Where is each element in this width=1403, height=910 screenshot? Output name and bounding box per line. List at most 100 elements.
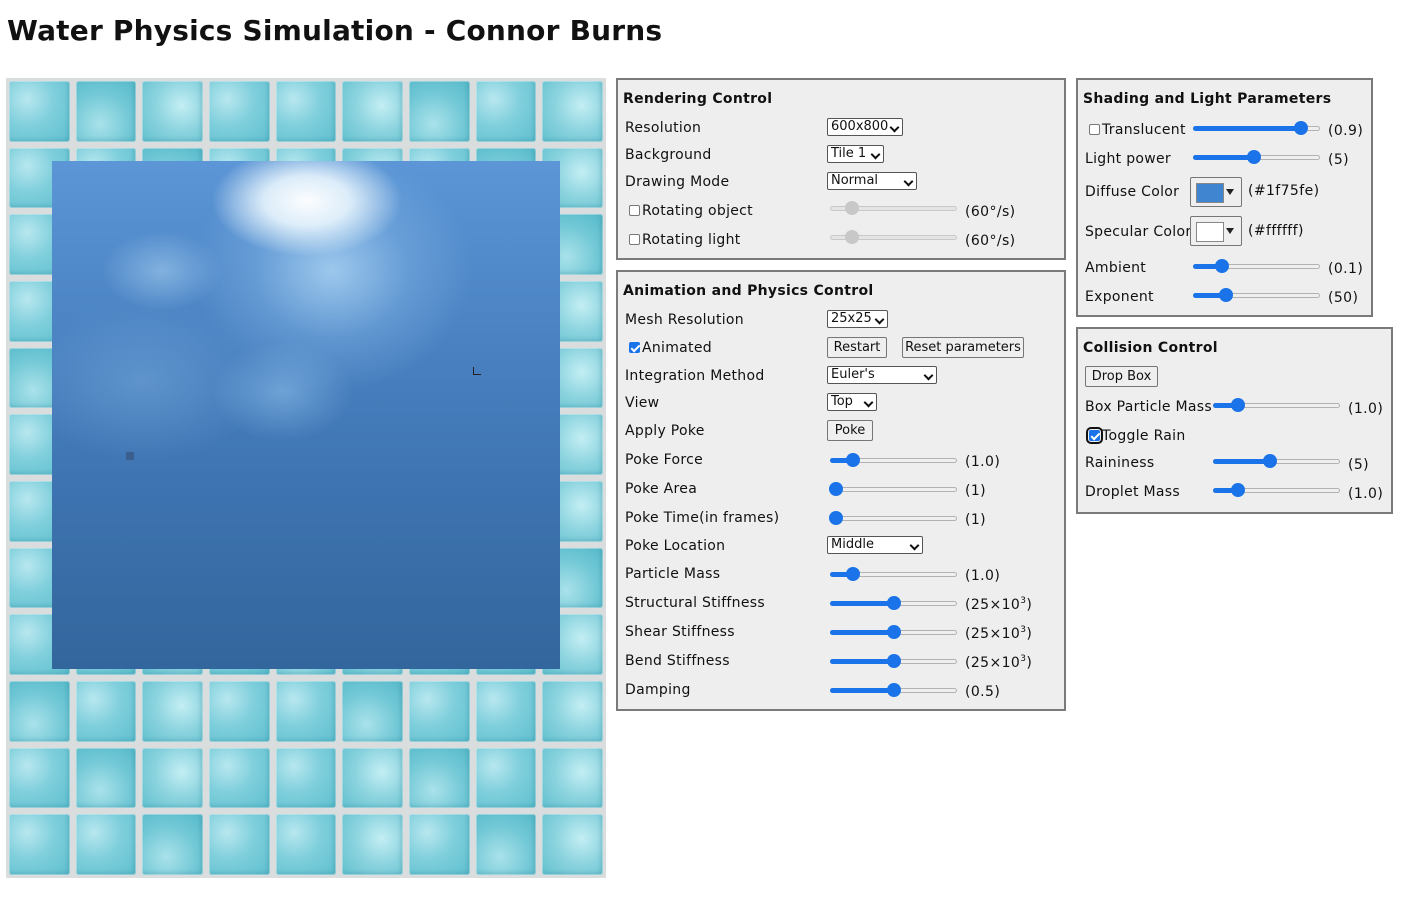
slider-thumb[interactable]	[845, 453, 860, 467]
restart-button[interactable]: Restart	[827, 337, 887, 358]
poke-button[interactable]: Poke	[827, 420, 873, 441]
rotating-light-slider[interactable]	[830, 230, 957, 244]
toggle-rain-toggle[interactable]: Toggle Rain	[1086, 427, 1186, 444]
slider-fill	[830, 659, 894, 664]
chevron-down-icon	[923, 370, 934, 381]
droplet-mass-slider[interactable]	[1213, 483, 1340, 497]
slider-thumb[interactable]	[1215, 259, 1230, 273]
slider-thumb[interactable]	[886, 625, 901, 639]
pool-tile	[75, 814, 137, 875]
poke-location-select[interactable]: Middle	[827, 536, 923, 554]
slider-thumb[interactable]	[1246, 150, 1261, 164]
shear-stiffness-slider[interactable]	[830, 625, 957, 639]
slider-thumb[interactable]	[829, 511, 844, 525]
particle-mass-slider[interactable]	[830, 567, 957, 581]
structural-stiffness-row: Structural Stiffness (25×103)	[618, 592, 1064, 614]
slider-thumb[interactable]	[1231, 398, 1246, 412]
pool-tile	[475, 814, 537, 875]
drawing-mode-value: Normal	[831, 173, 879, 188]
translucent-slider[interactable]	[1193, 121, 1320, 135]
rotating-light-toggle[interactable]: Rotating light	[629, 232, 741, 248]
diffuse-color-row: Diffuse Color (#1f75fe)	[1078, 177, 1371, 210]
poke-force-slider[interactable]	[830, 453, 957, 467]
ambient-label: Ambient	[1085, 260, 1147, 276]
slider-thumb[interactable]	[886, 683, 901, 697]
rotating-light-checkbox[interactable]	[629, 234, 640, 245]
pool-tile	[408, 747, 470, 809]
page-title: Water Physics Simulation - Connor Burns	[7, 14, 663, 47]
mesh-resolution-select[interactable]: 25x25	[827, 310, 888, 328]
poke-force-row: Poke Force (1.0)	[618, 449, 1064, 471]
toggle-rain-label: Toggle Rain	[1102, 428, 1186, 444]
translucent-checkbox[interactable]	[1089, 124, 1100, 135]
integration-method-select[interactable]: Euler's	[827, 366, 937, 384]
view-select[interactable]: Top	[827, 393, 877, 411]
animated-row: Animated Restart Reset parameters	[618, 337, 1064, 359]
diffuse-color-value: (#1f75fe)	[1248, 183, 1320, 199]
mesh-resolution-label: Mesh Resolution	[625, 312, 744, 328]
poke-time-slider[interactable]	[829, 511, 957, 525]
slider-thumb[interactable]	[1293, 121, 1308, 135]
slider-thumb[interactable]	[829, 482, 844, 496]
mesh-resolution-row: Mesh Resolution 25x25	[618, 309, 1064, 331]
slider-thumb[interactable]	[1263, 454, 1278, 468]
drawing-mode-label: Drawing Mode	[625, 174, 730, 190]
exponent-label: Exponent	[1085, 289, 1154, 305]
simulation-canvas[interactable]	[6, 78, 606, 878]
raininess-slider[interactable]	[1213, 454, 1340, 468]
poke-force-value: (1.0)	[965, 454, 1001, 470]
pool-tile	[275, 814, 337, 875]
integration-method-label: Integration Method	[625, 368, 765, 384]
droplet-mass-label: Droplet Mass	[1085, 484, 1180, 500]
rotating-object-checkbox[interactable]	[629, 205, 640, 216]
box-particle-mass-slider[interactable]	[1213, 398, 1340, 412]
chevron-down-icon	[874, 314, 885, 325]
poke-time-label: Poke Time(in frames)	[625, 510, 780, 526]
specular-color-picker[interactable]	[1190, 216, 1242, 246]
damping-label: Damping	[625, 682, 691, 698]
reset-parameters-button[interactable]: Reset parameters	[902, 337, 1024, 358]
ambient-slider[interactable]	[1193, 259, 1320, 273]
drawing-mode-select[interactable]: Normal	[827, 172, 917, 190]
pool-tile	[142, 81, 203, 142]
toggle-rain-checkbox[interactable]	[1086, 427, 1103, 444]
slider-thumb[interactable]	[886, 596, 901, 610]
slider-fill	[1193, 126, 1301, 131]
animated-toggle[interactable]: Animated	[629, 340, 712, 356]
rotating-object-toggle[interactable]: Rotating object	[629, 203, 753, 219]
pool-tile	[9, 81, 70, 142]
panel-title: Collision Control	[1083, 340, 1218, 356]
animated-checkbox[interactable]	[629, 342, 640, 353]
slider-thumb[interactable]	[1219, 288, 1234, 302]
background-select[interactable]: Tile 1	[827, 145, 884, 163]
light-power-slider[interactable]	[1193, 150, 1320, 164]
poke-location-row: Poke Location Middle	[618, 535, 1064, 557]
exponent-slider[interactable]	[1193, 288, 1320, 302]
slider-thumb[interactable]	[844, 201, 859, 215]
exponent-value: (50)	[1328, 290, 1359, 306]
rotating-object-slider[interactable]	[830, 201, 957, 215]
damping-slider[interactable]	[830, 683, 957, 697]
damping-value: (0.5)	[965, 684, 1001, 700]
structural-stiffness-slider[interactable]	[830, 596, 957, 610]
pool-tile	[275, 747, 337, 809]
slider-thumb[interactable]	[886, 654, 901, 668]
bend-stiffness-slider[interactable]	[830, 654, 957, 668]
slider-thumb[interactable]	[845, 567, 860, 581]
slider-thumb[interactable]	[844, 230, 859, 244]
drop-box-button[interactable]: Drop Box	[1085, 366, 1158, 387]
pool-tile	[542, 81, 603, 142]
pool-tile	[342, 81, 403, 142]
slider-fill	[830, 688, 894, 693]
pool-tile	[208, 747, 270, 809]
translucent-toggle[interactable]: Translucent	[1089, 122, 1186, 138]
integration-method-value: Euler's	[831, 367, 875, 382]
translucent-row: Translucent (0.9)	[1078, 119, 1371, 141]
diffuse-color-picker[interactable]	[1190, 177, 1242, 207]
resolution-select[interactable]: 600x800	[827, 118, 903, 136]
particle-mass-row: Particle Mass (1.0)	[618, 563, 1064, 585]
slider-thumb[interactable]	[1231, 483, 1246, 497]
background-label: Background	[625, 147, 712, 163]
diffuse-color-label: Diffuse Color	[1085, 184, 1180, 200]
poke-area-slider[interactable]	[829, 482, 957, 496]
